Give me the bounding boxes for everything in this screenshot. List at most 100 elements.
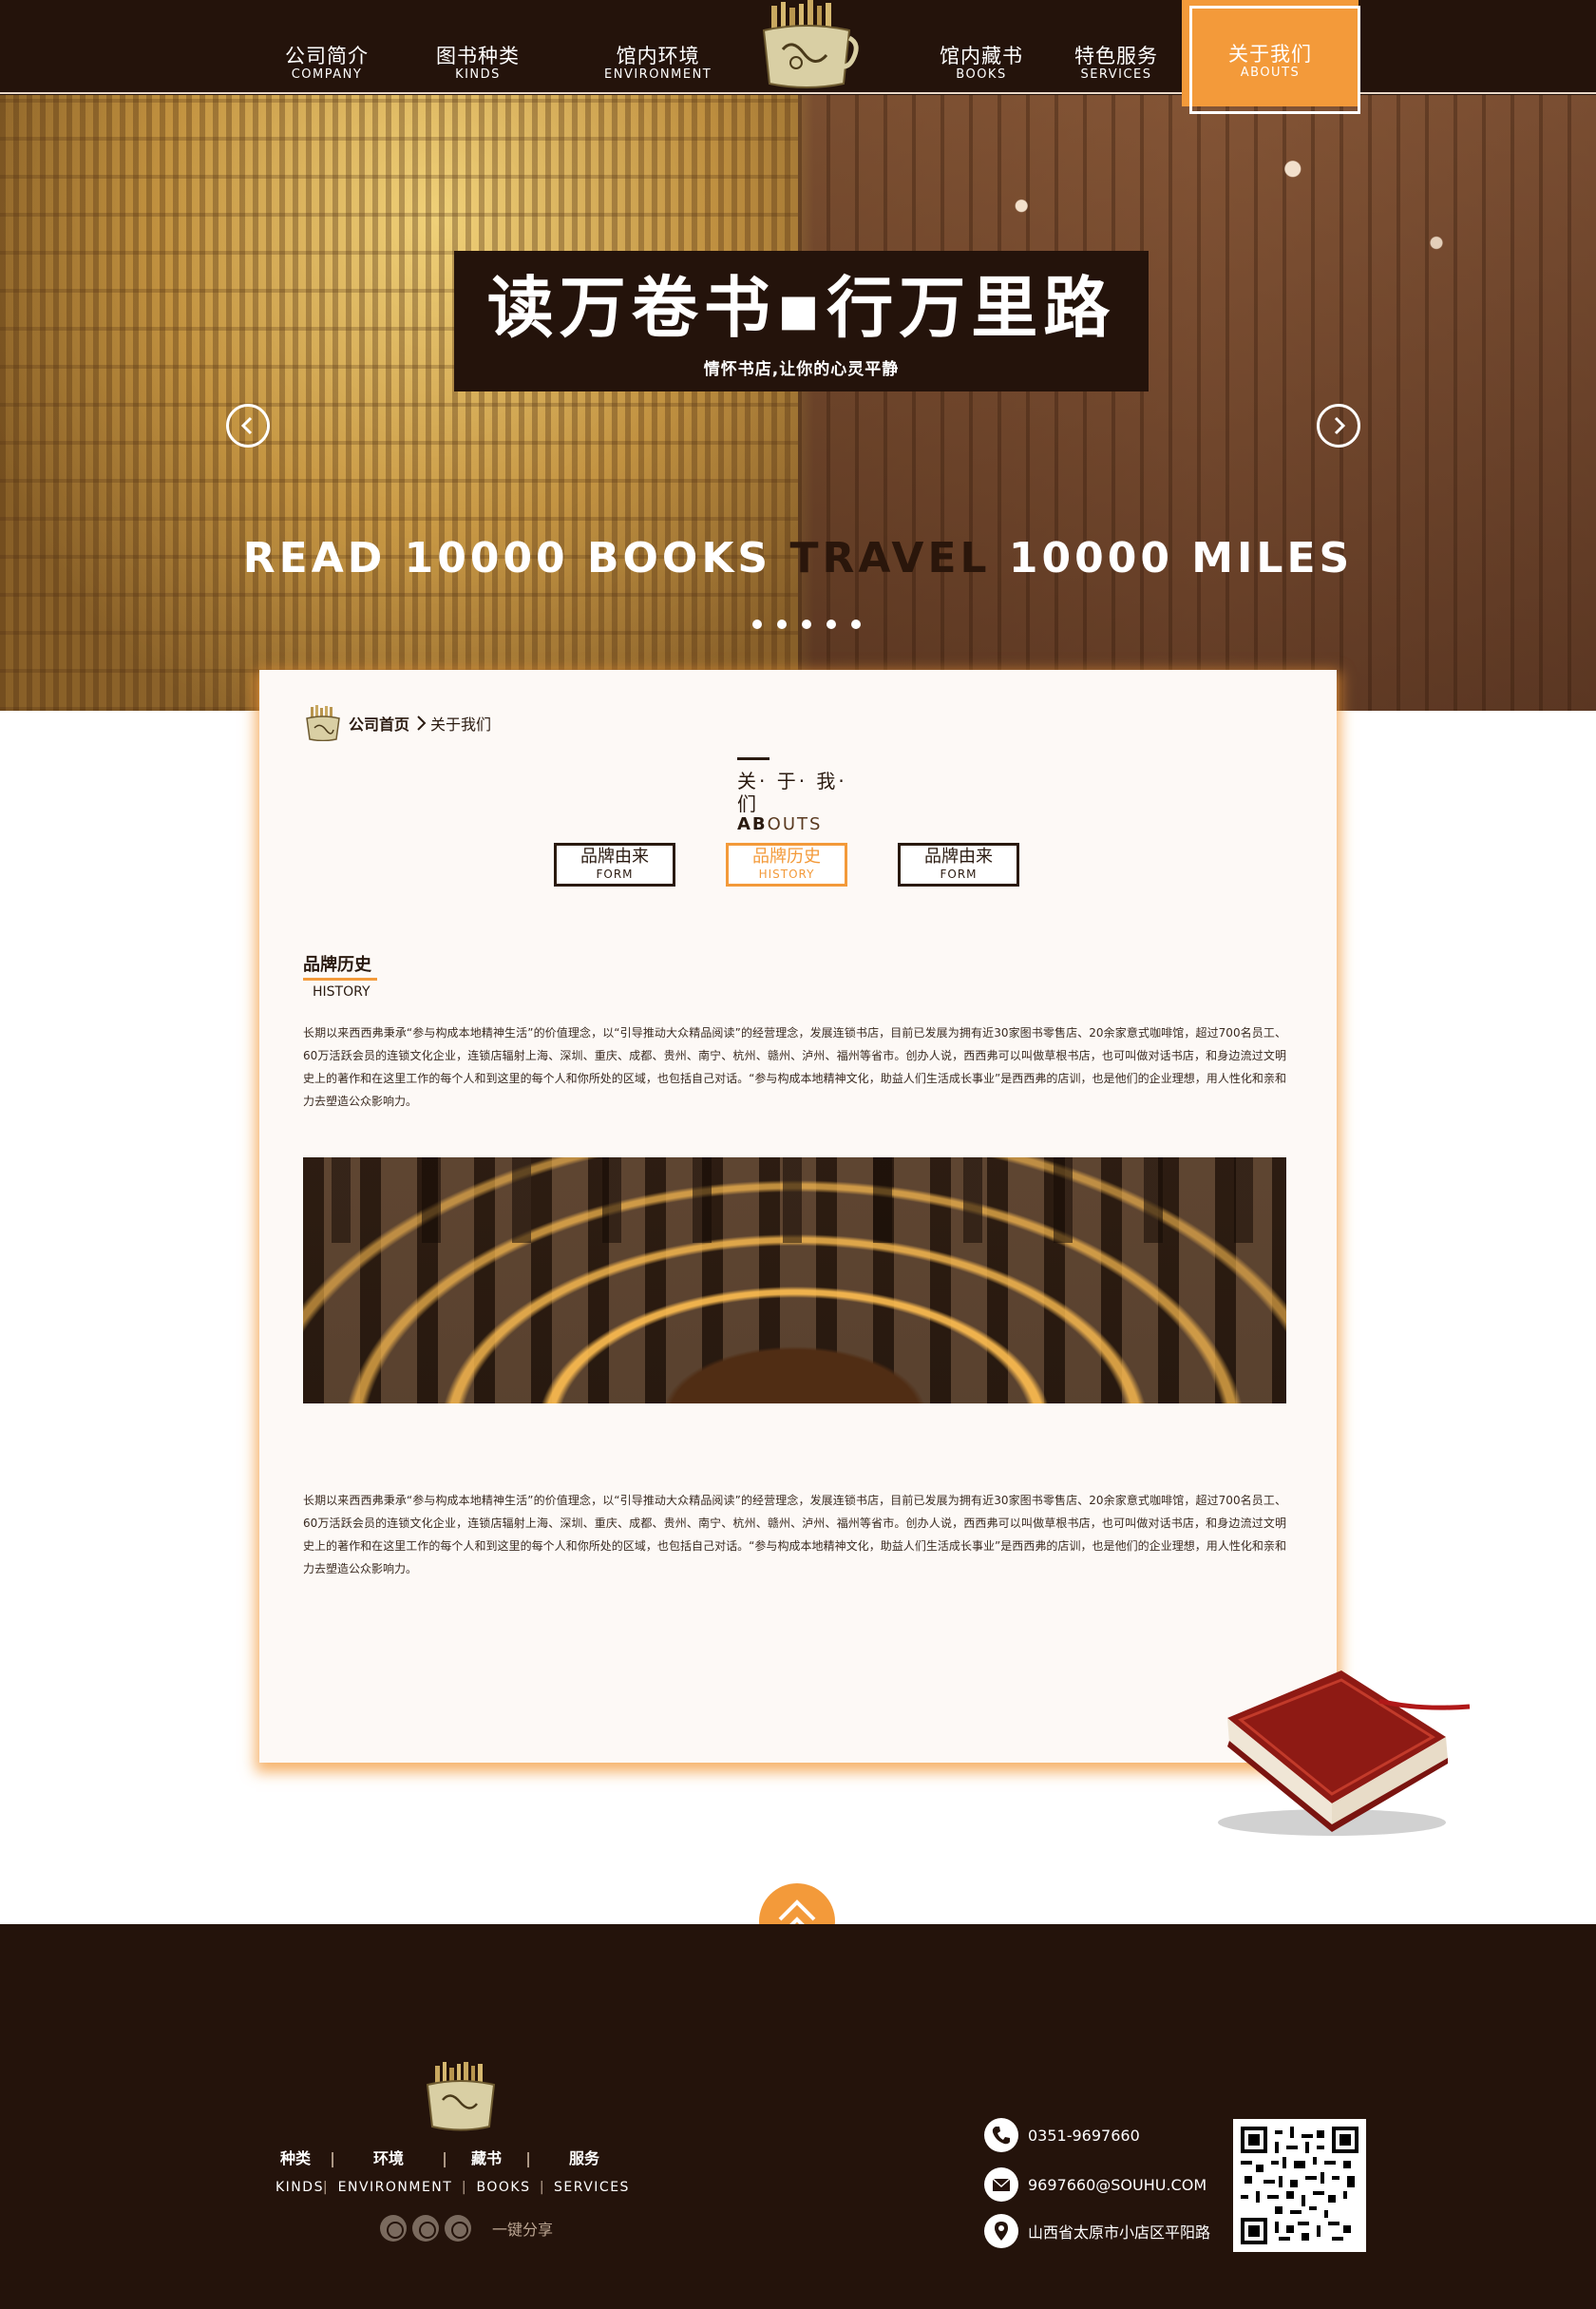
- section-subtitle-rest: OUTS: [767, 814, 823, 834]
- mail-icon: [984, 2167, 1018, 2202]
- footer-link-environment[interactable]: 环境: [350, 2148, 428, 2169]
- contact-phone: 0351-9697660: [984, 2118, 1140, 2152]
- history-subtitle: HISTORY: [313, 984, 370, 1000]
- hero-image-bookstore: [798, 95, 1596, 711]
- hero-subtitle: 情怀书店,让你的心灵平静: [703, 360, 900, 379]
- share-label[interactable]: 一键分享: [492, 2217, 553, 2240]
- contact-address: 山西省太原市小店区平阳路: [984, 2214, 1210, 2248]
- slide-dot[interactable]: [752, 620, 762, 629]
- qq-icon[interactable]: [380, 2215, 407, 2242]
- footer-link-books-en[interactable]: BOOKS: [475, 2177, 532, 2198]
- red-book-illustration: [1218, 1670, 1471, 1836]
- location-icon: [984, 2214, 1018, 2248]
- nav-item-books[interactable]: 馆内藏书 BOOKS: [940, 44, 1023, 82]
- footer-separator: |: [442, 2149, 447, 2167]
- nav-item-kinds[interactable]: 图书种类 KINDS: [436, 44, 520, 82]
- tab-label: 品牌由来: [924, 847, 993, 867]
- share-bar: 一键分享: [380, 2215, 553, 2242]
- library-hall-photo: [303, 1157, 1286, 1403]
- tab-label: 品牌历史: [752, 847, 821, 867]
- breadcrumb: 公司首页 关于我们: [303, 704, 491, 742]
- nav-item-sublabel: ENVIRONMENT: [604, 67, 712, 82]
- contact-email-text[interactable]: 9697660@SOUHU.COM: [1028, 2176, 1206, 2194]
- nav-item-label: 馆内环境: [616, 45, 700, 67]
- nav-item-company[interactable]: 公司简介 COMPANY: [285, 44, 369, 82]
- slide-dot[interactable]: [851, 620, 861, 629]
- nav-item-label: 公司简介: [285, 45, 369, 67]
- contact-phone-text: 0351-9697660: [1028, 2126, 1140, 2145]
- contact-address-text: 山西省太原市小店区平阳路: [1028, 2223, 1211, 2242]
- hero-title-box: 读万卷书▪行万里路 情怀书店,让你的心灵平静: [454, 251, 1149, 391]
- tab-brand-origin-2[interactable]: 品牌由来 FORM: [898, 843, 1019, 887]
- footer-link-environment-en[interactable]: ENVIRONMENT: [336, 2177, 454, 2198]
- history-title: 品牌历史: [303, 955, 371, 975]
- weibo-icon[interactable]: [412, 2215, 439, 2242]
- slide-dot[interactable]: [777, 620, 787, 629]
- nav-item-abouts[interactable]: 关于我们 ABOUTS: [1182, 0, 1358, 106]
- chevron-right-icon: [1334, 416, 1346, 435]
- chevron-right-icon: [417, 716, 427, 731]
- footer-separator: |: [525, 2149, 531, 2167]
- footer-separator: |: [539, 2180, 546, 2195]
- footer-separator: |: [322, 2180, 330, 2195]
- nav-item-services[interactable]: 特色服务 SERVICES: [1074, 44, 1158, 82]
- slide-dot[interactable]: [802, 620, 811, 629]
- history-heading: 品牌历史 HISTORY: [303, 955, 377, 1001]
- wechat-icon[interactable]: [445, 2215, 471, 2242]
- footer-separator: |: [461, 2180, 468, 2195]
- about-content-card: 公司首页 关于我们 关· 于· 我· 们 ABOUTS 品牌由来 FORM 品牌…: [259, 670, 1337, 1763]
- breadcrumb-home-link[interactable]: 公司首页: [349, 712, 409, 735]
- section-subtitle: ABOUTS: [737, 815, 870, 834]
- nav-item-sublabel: SERVICES: [1080, 67, 1152, 82]
- tab-brand-history[interactable]: 品牌历史 HISTORY: [726, 843, 847, 887]
- site-footer: 种类 | 环境 | 藏书 | 服务 KINDS | ENVIRONMENT | …: [0, 1924, 1596, 2309]
- footer-link-kinds-en[interactable]: KINDS: [276, 2177, 322, 2198]
- tab-sublabel: HISTORY: [758, 868, 815, 881]
- section-subtitle-bold: AB: [737, 814, 768, 834]
- breadcrumb-logo-icon: [306, 705, 340, 741]
- footer-link-books[interactable]: 藏书: [462, 2148, 511, 2169]
- slide-indicators: [752, 620, 861, 629]
- footer-separator: |: [330, 2149, 335, 2167]
- history-paragraph: 长期以来西西弗秉承“参与构成本地精神生活”的价值理念，以“引导推动大众精品阅读”…: [303, 1026, 1286, 1108]
- hero-title: 读万卷书▪行万里路: [486, 269, 1116, 347]
- hero-next-button[interactable]: [1317, 404, 1360, 448]
- nav-item-sublabel: ABOUTS: [1240, 66, 1301, 80]
- photo-arches: [303, 1157, 1286, 1243]
- nav-item-label: 特色服务: [1074, 45, 1158, 67]
- nav-item-label: 关于我们: [1228, 43, 1312, 66]
- footer-link-services[interactable]: 服务: [545, 2148, 623, 2169]
- hero-slogan-highlight: TRAVEL: [789, 534, 991, 582]
- hero-slogan-part: 10000 MILES: [990, 534, 1354, 582]
- brand-logo[interactable]: [750, 0, 863, 91]
- breadcrumb-current: 关于我们: [430, 716, 492, 734]
- nav-item-sublabel: KINDS: [455, 67, 501, 82]
- section-title: 关· 于· 我· 们: [737, 770, 847, 815]
- heading-bar: [737, 757, 770, 760]
- chevron-left-icon: [240, 416, 253, 435]
- footer-link-kinds[interactable]: 种类: [276, 2148, 315, 2169]
- hero-banner: 读万卷书▪行万里路 情怀书店,让你的心灵平静 READ 10000 BOOKS …: [0, 95, 1596, 711]
- nav-item-label: 图书种类: [436, 45, 520, 67]
- nav-item-label: 馆内藏书: [940, 45, 1023, 67]
- nav-item-environment[interactable]: 馆内环境 ENVIRONMENT: [604, 44, 712, 82]
- hero-english-slogan: READ 10000 BOOKS TRAVEL 10000 MILES: [0, 534, 1596, 582]
- slide-dot[interactable]: [826, 620, 836, 629]
- footer-link-services-en[interactable]: SERVICES: [553, 2177, 631, 2198]
- history-paragraph-2: 长期以来西西弗秉承“参与构成本地精神生活”的价值理念，以“引导推动大众精品阅读”…: [303, 1494, 1286, 1575]
- qr-code: [1233, 2119, 1366, 2252]
- nav-item-sublabel: BOOKS: [956, 67, 1007, 82]
- hero-prev-button[interactable]: [226, 404, 270, 448]
- footer-logo: [426, 2062, 496, 2131]
- nav-item-sublabel: COMPANY: [291, 67, 363, 82]
- tab-sublabel: FORM: [940, 868, 978, 881]
- hero-slogan-part: READ 10000 BOOKS: [242, 534, 790, 582]
- section-heading: 关· 于· 我· 们 ABOUTS: [737, 757, 870, 834]
- phone-icon: [984, 2118, 1018, 2152]
- hero-image-library: [0, 95, 798, 711]
- tab-sublabel: FORM: [596, 868, 634, 881]
- footer-links-zh: 种类 | 环境 | 藏书 | 服务: [276, 2148, 631, 2169]
- tab-brand-origin[interactable]: 品牌由来 FORM: [554, 843, 675, 887]
- history-underline: [303, 978, 377, 981]
- footer-links: 种类 | 环境 | 藏书 | 服务 KINDS | ENVIRONMENT | …: [276, 2148, 631, 2198]
